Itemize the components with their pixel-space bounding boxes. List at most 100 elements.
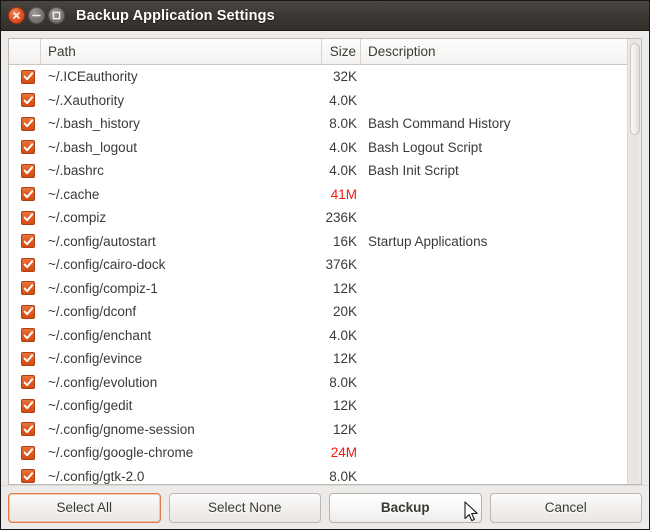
table-row[interactable]: ~/.config/gnome-session12K <box>9 418 641 442</box>
maximize-button[interactable] <box>48 7 65 24</box>
row-checkbox-cell[interactable] <box>9 70 41 84</box>
checkbox-checked-icon[interactable] <box>21 234 35 248</box>
minimize-icon <box>32 12 41 19</box>
checkbox-checked-icon[interactable] <box>21 352 35 366</box>
backup-button[interactable]: Backup <box>329 493 482 523</box>
titlebar[interactable]: Backup Application Settings <box>1 1 649 31</box>
maximize-icon <box>52 11 61 20</box>
table-row[interactable]: ~/.config/evolution8.0K <box>9 371 641 395</box>
scrollbar-thumb[interactable] <box>630 43 640 135</box>
table-row[interactable]: ~/.ICEauthority32K <box>9 65 641 89</box>
row-checkbox-cell[interactable] <box>9 140 41 154</box>
checkbox-checked-icon[interactable] <box>21 375 35 389</box>
row-description: Bash Logout Script <box>361 140 641 155</box>
checkbox-checked-icon[interactable] <box>21 140 35 154</box>
column-header-check[interactable] <box>9 39 41 64</box>
row-size: 24M <box>322 445 361 460</box>
row-checkbox-cell[interactable] <box>9 258 41 272</box>
checkbox-checked-icon[interactable] <box>21 258 35 272</box>
checkbox-checked-icon[interactable] <box>21 328 35 342</box>
table-row[interactable]: ~/.bash_logout4.0KBash Logout Script <box>9 136 641 160</box>
row-size: 8.0K <box>322 375 361 390</box>
file-list-frame: Path Size Description ~/.ICEauthority32K… <box>8 38 642 485</box>
row-size: 12K <box>322 398 361 413</box>
select-none-button[interactable]: Select None <box>169 493 322 523</box>
checkbox-checked-icon[interactable] <box>21 446 35 460</box>
window-title: Backup Application Settings <box>76 8 275 24</box>
row-path: ~/.Xauthority <box>41 93 322 108</box>
column-header-path[interactable]: Path <box>41 39 322 64</box>
row-checkbox-cell[interactable] <box>9 422 41 436</box>
row-path: ~/.bash_history <box>41 116 322 131</box>
file-list-rows[interactable]: ~/.ICEauthority32K~/.Xauthority4.0K~/.ba… <box>9 65 641 484</box>
checkbox-checked-icon[interactable] <box>21 281 35 295</box>
row-size: 32K <box>322 69 361 84</box>
table-row[interactable]: ~/.config/cairo-dock376K <box>9 253 641 277</box>
row-size: 4.0K <box>322 140 361 155</box>
row-checkbox-cell[interactable] <box>9 93 41 107</box>
row-path: ~/.config/gtk-2.0 <box>41 469 322 484</box>
row-size: 12K <box>322 422 361 437</box>
table-row[interactable]: ~/.bashrc4.0KBash Init Script <box>9 159 641 183</box>
row-checkbox-cell[interactable] <box>9 187 41 201</box>
checkbox-checked-icon[interactable] <box>21 117 35 131</box>
table-row[interactable]: ~/.cache41M <box>9 183 641 207</box>
row-checkbox-cell[interactable] <box>9 211 41 225</box>
cancel-button[interactable]: Cancel <box>490 493 643 523</box>
row-path: ~/.ICEauthority <box>41 69 322 84</box>
table-row[interactable]: ~/.compiz236K <box>9 206 641 230</box>
table-row[interactable]: ~/.config/evince12K <box>9 347 641 371</box>
row-path: ~/.config/enchant <box>41 328 322 343</box>
backup-settings-window: Backup Application Settings Path Size De… <box>0 0 650 530</box>
row-size: 376K <box>322 257 361 272</box>
checkbox-checked-icon[interactable] <box>21 422 35 436</box>
column-header-size[interactable]: Size <box>322 39 361 64</box>
table-row[interactable]: ~/.config/enchant4.0K <box>9 324 641 348</box>
row-size: 12K <box>322 351 361 366</box>
row-checkbox-cell[interactable] <box>9 469 41 483</box>
minimize-button[interactable] <box>28 7 45 24</box>
row-description: Startup Applications <box>361 234 641 249</box>
row-size: 41M <box>322 187 361 202</box>
content-area: Path Size Description ~/.ICEauthority32K… <box>1 31 649 485</box>
row-checkbox-cell[interactable] <box>9 328 41 342</box>
row-size: 4.0K <box>322 163 361 178</box>
row-checkbox-cell[interactable] <box>9 446 41 460</box>
row-path: ~/.config/dconf <box>41 304 322 319</box>
vertical-scrollbar[interactable] <box>627 39 641 484</box>
checkbox-checked-icon[interactable] <box>21 469 35 483</box>
row-path: ~/.config/autostart <box>41 234 322 249</box>
row-checkbox-cell[interactable] <box>9 234 41 248</box>
table-row[interactable]: ~/.config/autostart16KStartup Applicatio… <box>9 230 641 254</box>
checkbox-checked-icon[interactable] <box>21 211 35 225</box>
table-row[interactable]: ~/.bash_history8.0KBash Command History <box>9 112 641 136</box>
row-size: 16K <box>322 234 361 249</box>
row-size: 8.0K <box>322 116 361 131</box>
row-checkbox-cell[interactable] <box>9 305 41 319</box>
row-description: Bash Command History <box>361 116 641 131</box>
row-checkbox-cell[interactable] <box>9 399 41 413</box>
table-row[interactable]: ~/.config/gtk-2.08.0K <box>9 465 641 485</box>
row-checkbox-cell[interactable] <box>9 375 41 389</box>
checkbox-checked-icon[interactable] <box>21 305 35 319</box>
row-checkbox-cell[interactable] <box>9 352 41 366</box>
row-checkbox-cell[interactable] <box>9 281 41 295</box>
table-row[interactable]: ~/.config/dconf20K <box>9 300 641 324</box>
select-all-button[interactable]: Select All <box>8 493 161 523</box>
table-row[interactable]: ~/.config/gedit12K <box>9 394 641 418</box>
checkbox-checked-icon[interactable] <box>21 70 35 84</box>
close-button[interactable] <box>8 7 25 24</box>
checkbox-checked-icon[interactable] <box>21 93 35 107</box>
row-checkbox-cell[interactable] <box>9 164 41 178</box>
column-header-description[interactable]: Description <box>361 39 641 64</box>
row-path: ~/.config/evolution <box>41 375 322 390</box>
table-row[interactable]: ~/.config/compiz-112K <box>9 277 641 301</box>
checkbox-checked-icon[interactable] <box>21 164 35 178</box>
row-path: ~/.config/gnome-session <box>41 422 322 437</box>
table-row[interactable]: ~/.Xauthority4.0K <box>9 89 641 113</box>
row-size: 12K <box>322 281 361 296</box>
checkbox-checked-icon[interactable] <box>21 187 35 201</box>
row-checkbox-cell[interactable] <box>9 117 41 131</box>
checkbox-checked-icon[interactable] <box>21 399 35 413</box>
table-row[interactable]: ~/.config/google-chrome24M <box>9 441 641 465</box>
